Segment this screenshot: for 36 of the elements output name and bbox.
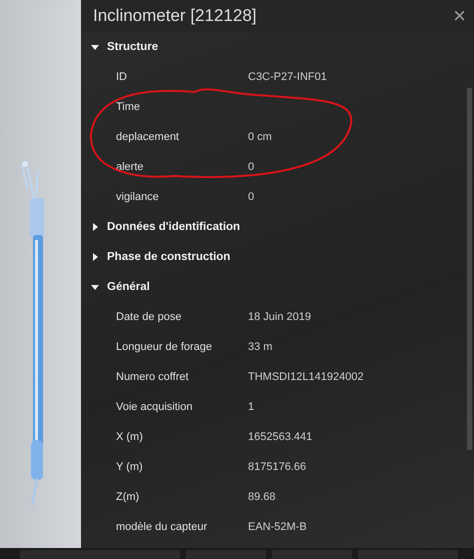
- property-value: EAN-52M-B: [248, 521, 307, 533]
- property-value: 1: [248, 401, 254, 413]
- collapse-caret-icon[interactable]: [91, 43, 99, 51]
- property-label: alerte: [115, 161, 145, 173]
- property-value: C3C-P27-INF01: [248, 71, 327, 83]
- section-header[interactable]: Données d'identification: [107, 221, 240, 233]
- property-value: 8175176.66: [248, 461, 306, 473]
- expand-caret-icon[interactable]: [91, 253, 99, 261]
- property-label: Date de pose: [115, 311, 182, 323]
- property-label: X (m): [115, 431, 144, 443]
- property-value: 18 Juin 2019: [248, 311, 311, 323]
- window-title: Inclinometer [212128]: [93, 6, 256, 26]
- collapse-caret-icon[interactable]: [91, 283, 99, 291]
- scrollbar[interactable]: [467, 88, 472, 450]
- property-label: Voie acquisition: [115, 401, 194, 413]
- property-value: 33 m: [248, 341, 272, 353]
- property-label: Z(m): [115, 491, 140, 503]
- property-value: 0: [248, 161, 254, 173]
- section-header[interactable]: Structure: [107, 41, 158, 53]
- property-label: Time: [115, 101, 142, 113]
- property-value: 0 cm: [248, 131, 272, 143]
- property-label: ID: [115, 71, 128, 83]
- property-label: deplacement: [115, 131, 180, 143]
- property-value: 1652563.441: [248, 431, 312, 443]
- section-header[interactable]: Général: [107, 281, 150, 293]
- property-value: 0: [248, 191, 254, 203]
- property-value: THMSDI12L141924002: [248, 371, 364, 383]
- property-label: modèle du capteur: [115, 521, 208, 533]
- expand-caret-icon[interactable]: [91, 223, 99, 231]
- property-label: Longueur de forage: [115, 341, 214, 353]
- section-header[interactable]: Phase de construction: [107, 251, 230, 263]
- property-label: vigilance: [115, 191, 160, 203]
- property-label: Y (m): [115, 461, 144, 473]
- close-button[interactable]: ×: [451, 5, 468, 27]
- property-value: 89.68: [248, 491, 276, 503]
- property-label: Numero coffret: [115, 371, 190, 383]
